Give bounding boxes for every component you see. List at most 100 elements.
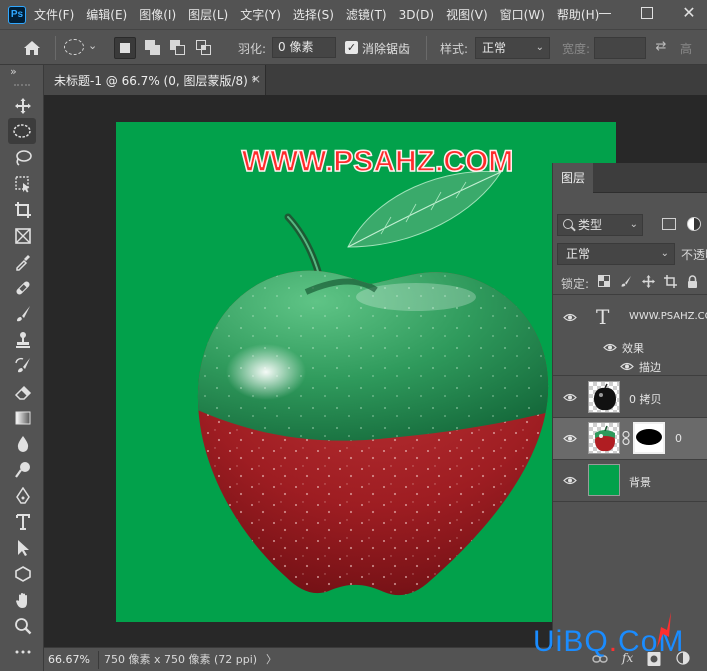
zoom-tool-icon[interactable] [11, 615, 35, 637]
document-tab[interactable]: 未标题-1 @ 66.7% (0, 图层蒙版/8) * × [44, 65, 266, 95]
menu-view[interactable]: 视图(V) [446, 6, 488, 23]
layer-filter-select[interactable]: 类型 ⌄ [557, 214, 643, 236]
eyedropper-tool-icon[interactable] [11, 251, 35, 273]
opacity-label: 不透明 [681, 248, 707, 262]
menu-image[interactable]: 图像(I) [139, 6, 176, 23]
lock-all-icon[interactable] [685, 275, 699, 289]
dodge-tool-icon[interactable] [11, 459, 35, 481]
toolbar-grip[interactable] [14, 84, 30, 86]
layer-name: WWW.PSAHZ.CO [629, 311, 707, 322]
layer-row-0[interactable]: 0 [553, 418, 707, 460]
elliptical-marquee-preset-icon[interactable] [64, 39, 84, 55]
menu-3d[interactable]: 3D(D) [399, 8, 434, 22]
type-tool-icon[interactable] [11, 511, 35, 533]
healing-brush-tool-icon[interactable] [11, 277, 35, 299]
feather-label: 羽化: [238, 42, 267, 56]
layer-effect-stroke-row[interactable]: 描边 [553, 356, 707, 376]
intersect-selection-button[interactable] [193, 37, 215, 59]
object-selection-tool-icon[interactable] [11, 173, 35, 195]
pixel-layer-filter-icon[interactable] [662, 218, 676, 230]
width-input[interactable] [594, 37, 646, 59]
menu-layer[interactable]: 图层(L) [188, 6, 228, 23]
blend-mode-select[interactable]: 正常 ⌄ [557, 243, 675, 265]
tools-panel: » [0, 65, 44, 671]
layer-name: 背景 [629, 476, 651, 489]
chevron-down-icon: ⌄ [660, 248, 669, 259]
new-selection-button[interactable] [114, 37, 136, 59]
lock-artboard-icon[interactable] [663, 275, 677, 289]
elliptical-marquee-tool-icon[interactable] [8, 118, 36, 144]
menu-type[interactable]: 文字(Y) [240, 6, 281, 23]
menu-file[interactable]: 文件(F) [34, 6, 74, 23]
menu-window[interactable]: 窗口(W) [500, 6, 545, 23]
apple-artwork [197, 170, 549, 596]
layer-row-background[interactable]: 背景 [553, 460, 707, 502]
layer-row-0-copy[interactable]: 0 拷贝 [553, 377, 707, 418]
menu-filter[interactable]: 滤镜(T) [346, 6, 387, 23]
anti-alias-label: 消除锯齿 [362, 42, 411, 56]
crop-tool-icon[interactable] [11, 199, 35, 221]
minimize-icon[interactable] [599, 13, 611, 14]
status-menu-arrow-icon[interactable]: 〉 [266, 652, 277, 668]
style-select[interactable]: 正常 ⌄ [475, 37, 550, 59]
visibility-eye-icon[interactable] [563, 476, 577, 485]
lock-position-icon[interactable] [641, 275, 655, 289]
frame-tool-icon[interactable] [11, 225, 35, 247]
chevron-down-icon[interactable]: ⌄ [88, 39, 97, 52]
visibility-eye-icon[interactable] [603, 343, 617, 352]
panel-tab-bar: 图层 [553, 163, 707, 194]
path-selection-tool-icon[interactable] [11, 537, 35, 559]
close-window-icon[interactable]: ✕ [681, 4, 697, 22]
lock-image-pixels-icon[interactable] [619, 275, 633, 289]
gradient-tool-icon[interactable] [11, 407, 35, 429]
visibility-eye-icon[interactable] [620, 362, 634, 371]
divider [426, 36, 427, 60]
more-tools-icon[interactable] [11, 641, 35, 663]
lock-row: 锁定: [553, 269, 707, 295]
options-bar: ⌄ 羽化: 0 像素 ✓ 消除锯齿 样式: 正常 ⌄ 宽度: ⇄ 高 [0, 29, 707, 65]
blur-tool-icon[interactable] [11, 433, 35, 455]
pen-tool-icon[interactable] [11, 485, 35, 507]
document-canvas[interactable] [116, 122, 616, 622]
feather-input[interactable]: 0 像素 [272, 37, 336, 58]
anti-alias-checkbox[interactable]: ✓ [345, 41, 358, 54]
shape-tool-icon[interactable] [11, 563, 35, 585]
collapse-toolbar-icon[interactable]: » [10, 65, 17, 78]
menu-help[interactable]: 帮助(H) [557, 6, 599, 23]
layer-row-text[interactable]: T WWW.PSAHZ.CO [553, 296, 707, 338]
zoom-level-field[interactable]: 66.67% [48, 652, 96, 668]
search-icon [563, 219, 573, 229]
subtract-from-selection-button[interactable] [167, 37, 189, 59]
lasso-tool-icon[interactable] [11, 147, 35, 169]
add-to-selection-button[interactable] [142, 37, 164, 59]
home-icon[interactable] [22, 38, 42, 58]
photoshop-logo: Ps [8, 5, 26, 24]
status-bar: 66.67% 750 像素 x 750 像素 (72 ppi) 〉 [44, 647, 552, 671]
eraser-tool-icon[interactable] [11, 381, 35, 403]
hand-tool-icon[interactable] [11, 589, 35, 611]
visibility-eye-icon[interactable] [563, 313, 577, 322]
lock-label: 锁定: [561, 277, 590, 291]
adjustment-layer-filter-icon[interactable] [687, 217, 701, 231]
layer-effects-row[interactable]: 效果 [553, 338, 707, 356]
history-brush-tool-icon[interactable] [11, 355, 35, 377]
swap-width-height-icon[interactable]: ⇄ [653, 39, 669, 55]
tab-layers[interactable]: 图层 [553, 163, 593, 194]
layer-thumbnail [588, 422, 620, 454]
layer-mask-thumbnail[interactable] [633, 422, 665, 454]
layer-name: 0 [675, 432, 682, 445]
visibility-eye-icon[interactable] [563, 434, 577, 443]
visibility-eye-icon[interactable] [563, 393, 577, 402]
document-info: 750 像素 x 750 像素 (72 ppi) [104, 653, 258, 666]
link-icon[interactable] [622, 431, 630, 445]
move-tool-icon[interactable] [11, 95, 35, 117]
clone-stamp-tool-icon[interactable] [11, 329, 35, 351]
lock-transparent-pixels-icon[interactable] [597, 275, 611, 289]
divider [98, 651, 99, 669]
divider [55, 36, 56, 60]
close-icon[interactable]: × [251, 72, 261, 86]
menu-select[interactable]: 选择(S) [293, 6, 334, 23]
menu-edit[interactable]: 编辑(E) [86, 6, 127, 23]
maximize-icon[interactable] [641, 7, 653, 19]
brush-tool-icon[interactable] [11, 303, 35, 325]
